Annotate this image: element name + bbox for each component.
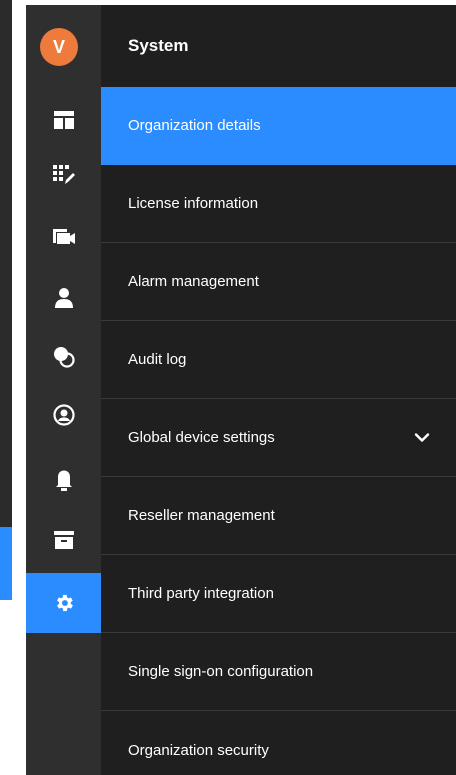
rail-item-dashboard[interactable] (26, 90, 101, 150)
avatar[interactable]: V (40, 28, 78, 66)
menu-item-label: Organization details (128, 117, 261, 134)
menu-item-audit-log[interactable]: Audit log (101, 321, 456, 399)
menu-item-label: Audit log (128, 351, 187, 368)
bell-icon (55, 469, 73, 491)
menu-item-label: Reseller management (128, 507, 275, 524)
menu-item-organization-security[interactable]: Organization security (101, 711, 456, 775)
menu-item-label: Organization security (128, 741, 269, 759)
rail-item-users[interactable] (26, 268, 101, 328)
rail-item-settings[interactable] (26, 573, 101, 633)
menu-item-organization-details[interactable]: Organization details (101, 87, 456, 165)
menu-item-label: Global device settings (128, 429, 275, 446)
menu-item-single-sign-on[interactable]: Single sign-on configuration (101, 633, 456, 711)
background-highlight (0, 527, 12, 600)
menu-item-alarm-management[interactable]: Alarm management (101, 243, 456, 321)
archive-icon (53, 531, 74, 549)
menu-item-third-party-integration[interactable]: Third party integration (101, 555, 456, 633)
rail-item-notifications[interactable] (26, 450, 101, 510)
background-panel (0, 0, 12, 600)
menu-item-global-device-settings[interactable]: Global device settings (101, 399, 456, 477)
rail-item-archive[interactable] (26, 510, 101, 570)
menu-title: System (128, 36, 189, 55)
menu-item-reseller-management[interactable]: Reseller management (101, 477, 456, 555)
gear-icon (53, 592, 75, 614)
menu-item-label: Alarm management (128, 273, 259, 290)
menu-item-label: Third party integration (128, 585, 274, 602)
user-icon (54, 288, 73, 308)
chevron-down-icon[interactable] (414, 429, 430, 446)
menu-item-label: License information (128, 195, 259, 212)
rail-item-overlap[interactable] (26, 327, 101, 387)
layout-edit-icon (52, 165, 75, 185)
menu-item-label: Single sign-on configuration (128, 663, 314, 680)
app-root: V System Organization details License in… (0, 0, 456, 775)
rail-item-cameras[interactable] (26, 207, 101, 267)
camera-icon (52, 229, 75, 245)
menu-item-license-information[interactable]: License information (101, 165, 456, 243)
rail-item-account[interactable] (26, 385, 101, 445)
rail-item-layout-edit[interactable] (26, 145, 101, 205)
system-menu: System Organization details License info… (101, 5, 456, 775)
overlap-circles-icon (53, 346, 75, 368)
icon-rail: V (26, 5, 101, 775)
dashboard-icon (53, 111, 74, 129)
account-circle-icon (52, 404, 75, 426)
